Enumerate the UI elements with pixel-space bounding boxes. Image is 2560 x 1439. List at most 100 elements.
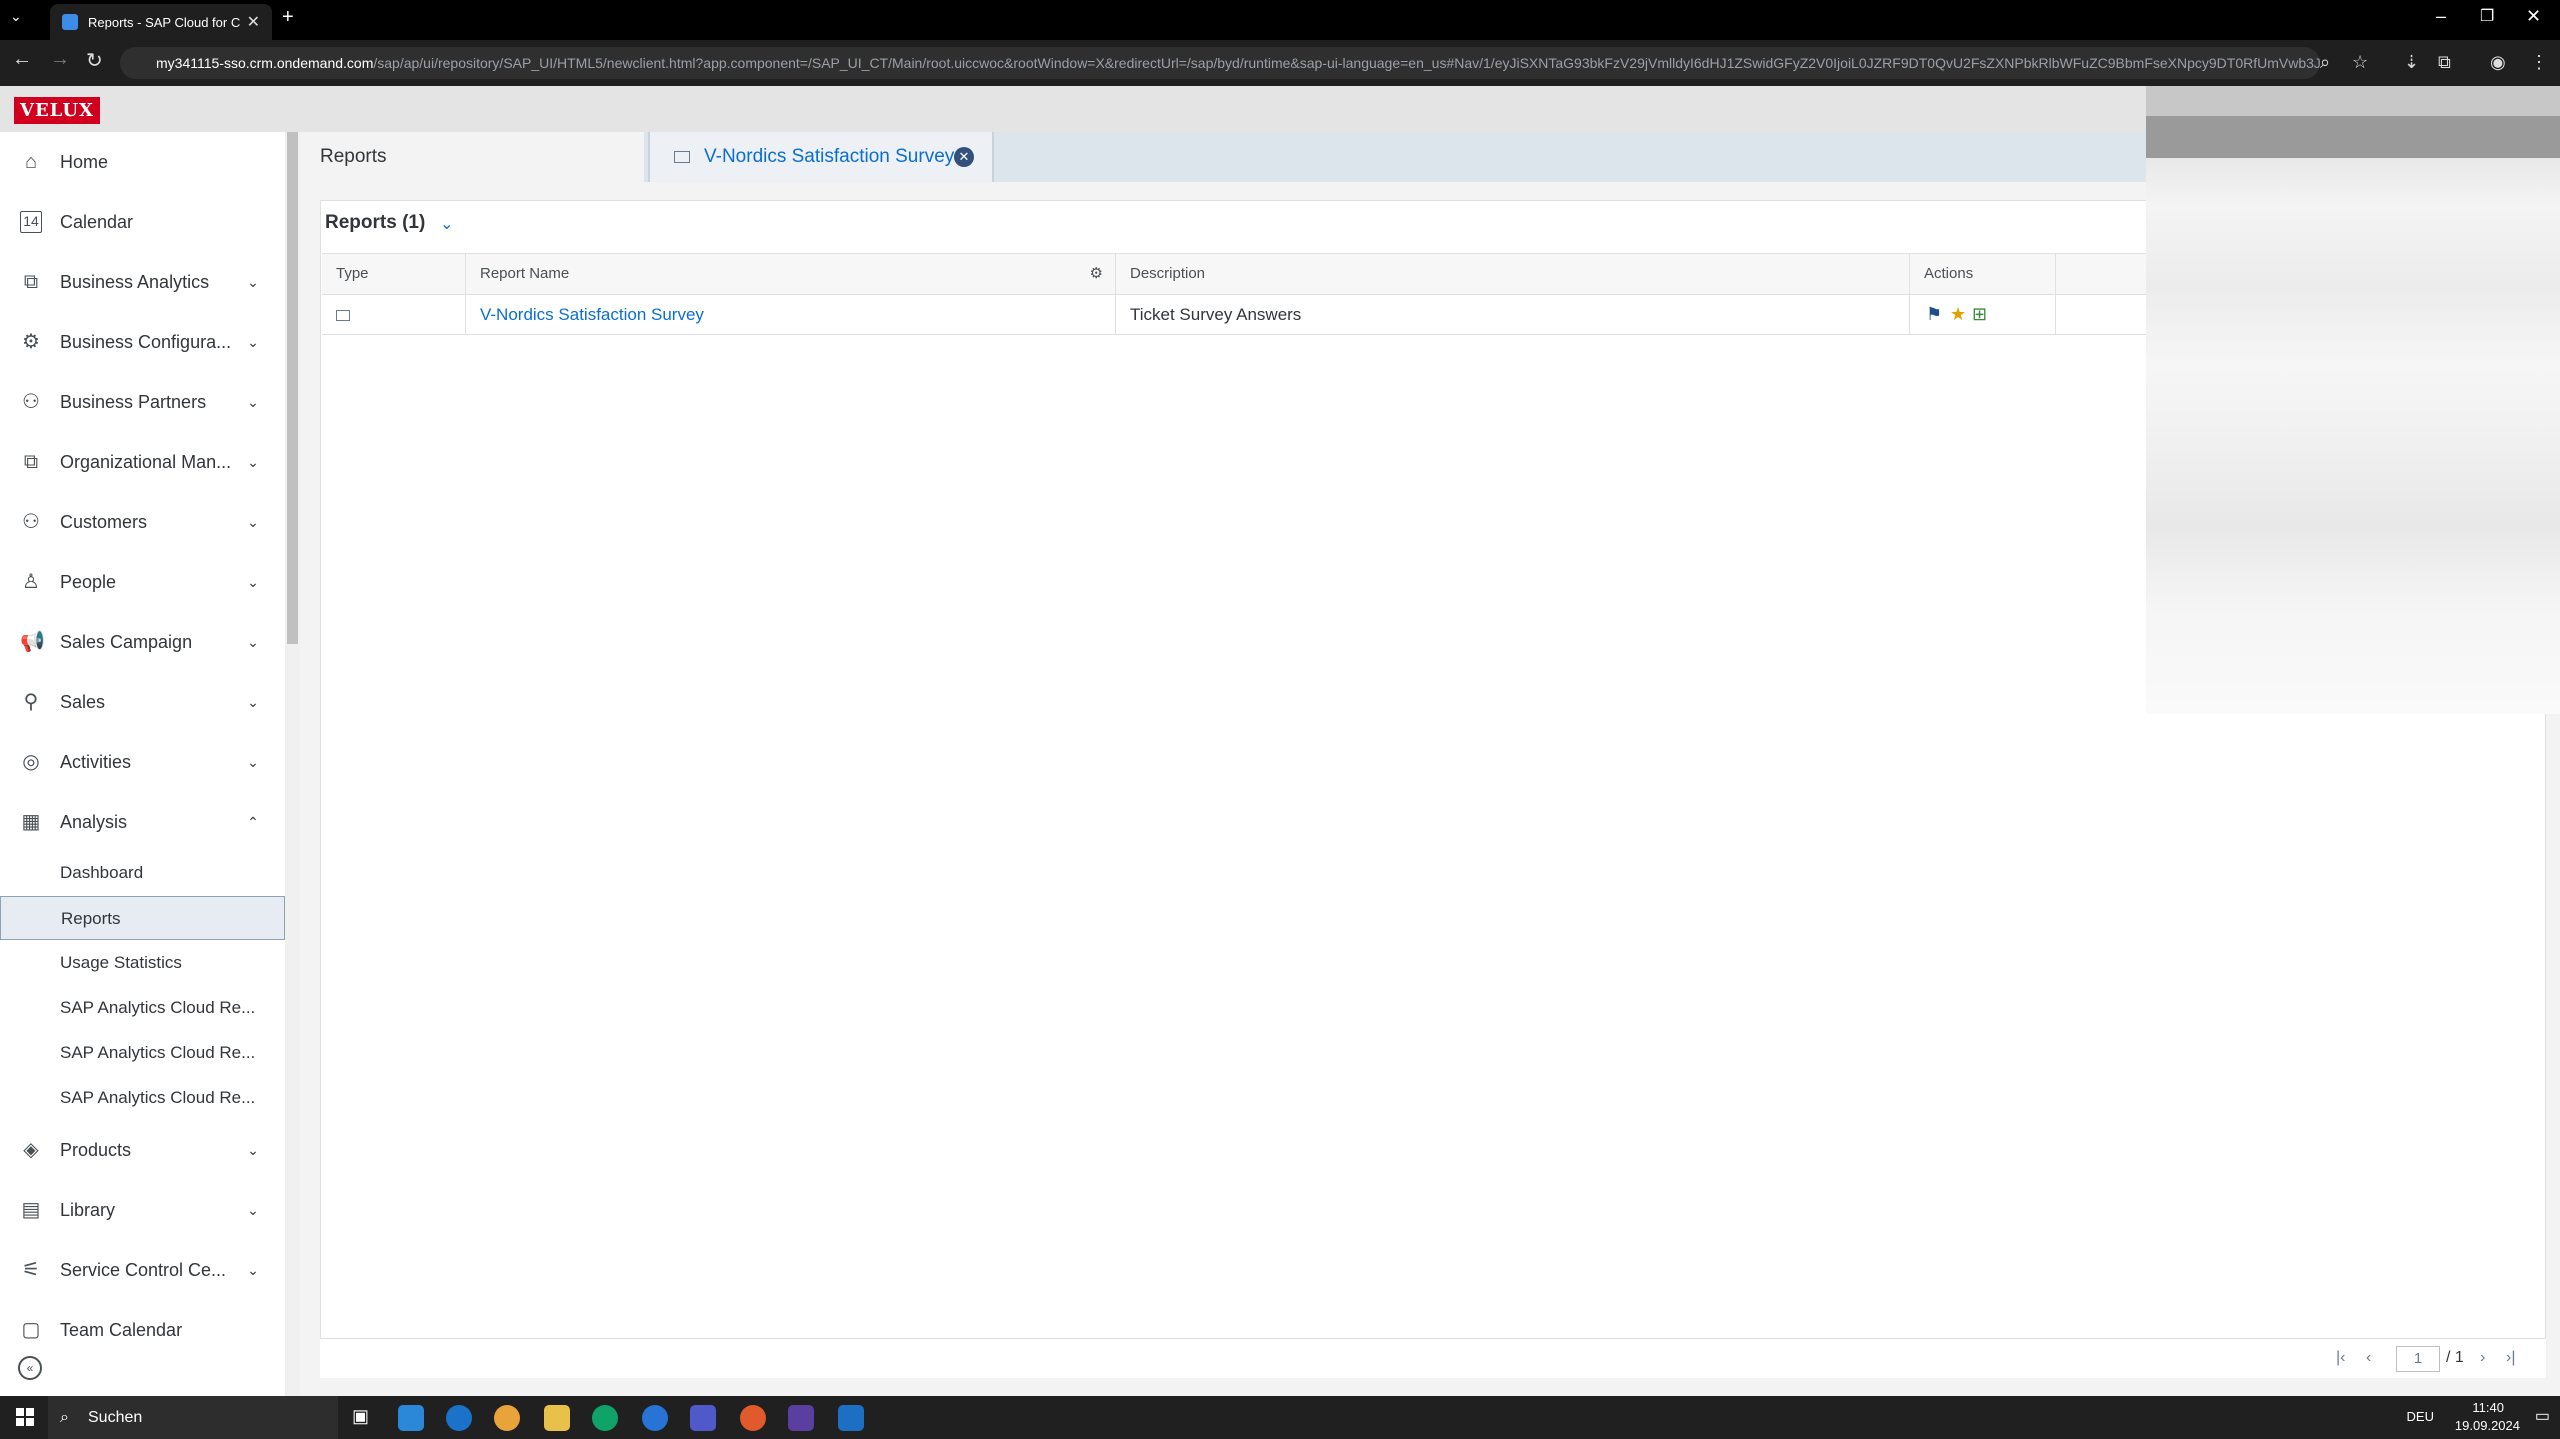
- close-tab-icon[interactable]: ✕: [247, 12, 260, 32]
- column-type[interactable]: Type: [322, 254, 466, 294]
- notification-icon[interactable]: ▭: [2535, 1406, 2550, 1426]
- forward-icon[interactable]: →: [50, 48, 70, 71]
- edge-icon[interactable]: [592, 1405, 618, 1431]
- page-number-input[interactable]: 1: [2396, 1346, 2440, 1372]
- first-page-icon[interactable]: |‹: [2336, 1349, 2345, 1367]
- report-name-link[interactable]: V-Nordics Satisfaction Survey: [466, 295, 1116, 334]
- next-page-icon[interactable]: ›: [2480, 1349, 2485, 1367]
- extensions-icon[interactable]: ⧉: [2438, 52, 2451, 73]
- sidebar-subitem-sac-1[interactable]: SAP Analytics Cloud Re...: [0, 986, 285, 1030]
- chrome-icon[interactable]: [494, 1405, 520, 1431]
- app-icon-red[interactable]: [740, 1405, 766, 1431]
- sidebar-item-business-analytics[interactable]: ⧉ Business Analytics ⌄: [0, 252, 285, 312]
- chevron-down-icon[interactable]: ⌄: [243, 1262, 263, 1279]
- sidebar-subitem-dashboard[interactable]: Dashboard: [0, 851, 285, 895]
- bookmark-star-icon[interactable]: ☆: [2352, 52, 2368, 73]
- sidebar-item-sales-campaign[interactable]: 📢 Sales Campaign ⌄: [0, 612, 285, 672]
- chevron-down-icon[interactable]: ⌄: [243, 274, 263, 291]
- home-icon: ⌂: [24, 151, 38, 173]
- sidebar-subitem-reports[interactable]: Reports: [0, 896, 285, 940]
- business-analytics-icon: ⧉: [23, 271, 39, 293]
- tab-search-icon[interactable]: ⌄: [10, 8, 22, 25]
- favorite-star-icon[interactable]: ★: [1950, 295, 1966, 334]
- chevron-down-icon[interactable]: ⌄: [243, 694, 263, 711]
- flag-icon[interactable]: ⚑: [1926, 295, 1942, 334]
- new-tab-icon[interactable]: +: [282, 6, 294, 29]
- sidebar-item-service-control-center[interactable]: ⚟ Service Control Ce... ⌄: [0, 1240, 285, 1300]
- column-description[interactable]: Description: [1116, 254, 1910, 294]
- close-window-icon[interactable]: ✕: [2526, 6, 2541, 27]
- chevron-down-icon[interactable]: ⌄: [243, 454, 263, 471]
- windows-start-icon[interactable]: [16, 1408, 34, 1426]
- minimize-icon[interactable]: –: [2436, 6, 2446, 27]
- sidebar-item-label: Sales: [60, 691, 106, 712]
- chevron-down-icon[interactable]: ⌄: [243, 574, 263, 591]
- app-icon-purple[interactable]: [788, 1405, 814, 1431]
- close-tab-icon[interactable]: ✕: [954, 147, 974, 167]
- tab-survey[interactable]: V-Nordics Satisfaction Survey ✕: [648, 132, 994, 182]
- collapse-sidebar-icon[interactable]: «: [18, 1356, 42, 1380]
- browser-tab[interactable]: Reports - SAP Cloud for Custom ✕: [50, 4, 272, 40]
- sidebar-item-team-calendar[interactable]: ▢ Team Calendar: [0, 1300, 285, 1360]
- downloads-icon[interactable]: ⇣: [2404, 52, 2419, 73]
- sidebar-item-calendar[interactable]: 14 Calendar: [0, 192, 285, 252]
- clock-time[interactable]: 11:40: [2472, 1400, 2504, 1415]
- table-header: Type Report Name ⚙ Description Actions: [322, 253, 2146, 295]
- reload-icon[interactable]: ↻: [86, 48, 103, 73]
- teams-icon[interactable]: [690, 1405, 716, 1431]
- chevron-down-icon[interactable]: ⌄: [243, 514, 263, 531]
- chevron-down-icon[interactable]: ⌄: [243, 394, 263, 411]
- sidebar-item-library[interactable]: ▤ Library ⌄: [0, 1180, 285, 1240]
- panel-title: Reports (1): [325, 212, 426, 233]
- clock-date[interactable]: 19.09.2024: [2455, 1418, 2520, 1433]
- sidebar-item-customers[interactable]: ⚇ Customers ⌄: [0, 492, 285, 552]
- todo-app-icon[interactable]: [398, 1405, 424, 1431]
- chevron-down-icon[interactable]: ⌄: [243, 754, 263, 771]
- sidebar-item-analysis[interactable]: ▦ Analysis ⌃: [0, 792, 285, 852]
- sidebar-scrollbar-thumb[interactable]: [287, 132, 298, 644]
- search-icon: ⌕: [60, 1409, 69, 1426]
- add-to-workspace-icon[interactable]: ⊞: [1972, 295, 1987, 334]
- sidebar-item-label: Home: [60, 151, 109, 172]
- app-icon[interactable]: [642, 1405, 668, 1431]
- windows-taskbar: ⌕ Suchen ▣ DEU 11:40 19.09.2024 ▭: [0, 1396, 2560, 1439]
- task-view-icon[interactable]: ▣: [352, 1406, 369, 1427]
- calendar-icon: 14: [20, 211, 42, 233]
- sidebar-item-sales[interactable]: ⚲ Sales ⌄: [0, 672, 285, 732]
- sidebar-item-people[interactable]: ♙ People ⌄: [0, 552, 285, 612]
- back-icon[interactable]: ←: [12, 48, 32, 71]
- menu-icon[interactable]: ⋮: [2530, 52, 2548, 73]
- restore-icon[interactable]: ❐: [2480, 6, 2494, 26]
- sidebar-subitem-usage-statistics[interactable]: Usage Statistics: [0, 941, 285, 985]
- file-explorer-icon[interactable]: [544, 1405, 570, 1431]
- language-indicator[interactable]: DEU: [2407, 1409, 2434, 1424]
- outlook-icon[interactable]: [838, 1405, 864, 1431]
- zoom-icon[interactable]: ⌕: [2320, 52, 2330, 73]
- column-report-name[interactable]: Report Name ⚙: [466, 254, 1116, 294]
- last-page-icon[interactable]: ›|: [2506, 1349, 2515, 1367]
- sidebar-item-home[interactable]: ⌂ Home: [0, 132, 285, 192]
- sidebar-item-activities[interactable]: ◎ Activities ⌄: [0, 732, 285, 792]
- column-settings-icon[interactable]: ⚙: [1090, 254, 1103, 294]
- profile-icon[interactable]: ◉: [2490, 52, 2506, 73]
- chevron-down-icon[interactable]: ⌄: [243, 634, 263, 651]
- tab-reports[interactable]: Reports: [300, 132, 644, 182]
- table-row[interactable]: V-Nordics Satisfaction Survey Ticket Sur…: [322, 295, 2146, 335]
- chevron-up-icon[interactable]: ⌃: [243, 814, 263, 831]
- sidebar-item-business-configuration[interactable]: ⚙ Business Configura... ⌄: [0, 312, 285, 372]
- sidebar-item-organizational-management[interactable]: ⧉ Organizational Man... ⌄: [0, 432, 285, 492]
- chevron-down-icon[interactable]: ⌄: [243, 1142, 263, 1159]
- sidebar-item-business-partners[interactable]: ⚇ Business Partners ⌄: [0, 372, 285, 432]
- sidebar-subitem-sac-2[interactable]: SAP Analytics Cloud Re...: [0, 1031, 285, 1075]
- chevron-down-icon[interactable]: ⌄: [243, 1202, 263, 1219]
- previous-page-icon[interactable]: ‹: [2366, 1349, 2371, 1367]
- activities-icon: ◎: [22, 751, 40, 773]
- sidebar-item-products[interactable]: ◈ Products ⌄: [0, 1120, 285, 1180]
- sidebar-subitem-sac-3[interactable]: SAP Analytics Cloud Re...: [0, 1076, 285, 1120]
- edge-legacy-icon[interactable]: [446, 1405, 472, 1431]
- report-icon: [336, 310, 350, 322]
- chevron-down-icon[interactable]: ⌄: [440, 214, 453, 234]
- taskbar-search[interactable]: ⌕ Suchen: [48, 1396, 338, 1439]
- url-bar[interactable]: my341115-sso.crm.ondemand.com/sap/ap/ui/…: [120, 47, 2320, 79]
- chevron-down-icon[interactable]: ⌄: [243, 334, 263, 351]
